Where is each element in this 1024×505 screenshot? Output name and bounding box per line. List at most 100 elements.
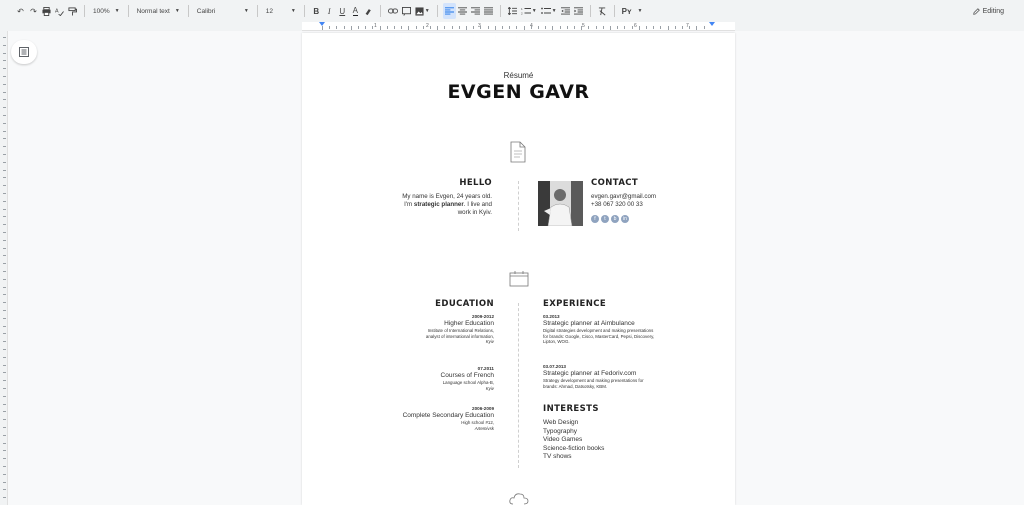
ruler-tick [365,26,367,29]
ruler-tick [379,26,381,30]
ruler-tick [559,26,561,29]
outline-icon [19,47,29,57]
spellcheck-icon[interactable]: A [53,3,66,19]
ruler-tick [696,26,698,30]
resume-name: EVGEN GAVR [447,81,590,103]
numbered-list-icon[interactable]: 12 ▼ [519,3,539,19]
ruler-tick [408,26,410,30]
ruler-tick [401,26,403,29]
redo-icon[interactable]: ↷ [27,3,40,19]
ruler-tick [674,26,676,29]
ruler-tick [415,26,417,29]
hello-prefix: I'm [404,201,414,208]
italic-icon[interactable]: I [323,3,336,19]
ruler-tick [3,107,6,109]
ruler-tick [473,26,475,29]
ruler-tick [3,302,6,304]
ruler-tick [566,26,568,29]
bold-icon[interactable]: B [310,3,323,19]
ruler-tick [3,294,6,296]
paint-format-icon[interactable] [66,3,79,19]
ruler-tick [3,122,6,124]
underline-icon[interactable]: U [336,3,349,19]
ruler-tick [638,26,640,30]
svg-text:1: 1 [521,7,523,11]
chevron-down-icon: ▼ [551,8,557,14]
education-place: Kyiv [485,385,494,391]
ruler-tick [3,200,6,202]
ruler-tick [3,458,6,460]
svg-text:2: 2 [521,12,523,16]
interests-list: Web Design Typography Video Games Scienc… [543,419,604,462]
line-spacing-icon[interactable] [506,3,519,19]
right-indent-marker[interactable] [709,22,715,26]
chevron-down-icon: ▼ [424,8,430,14]
ruler-tick [3,185,6,187]
text-color-icon[interactable]: A [349,3,362,19]
ruler-tick [545,26,547,29]
ruler-tick [538,26,539,29]
ruler-tick [358,26,359,29]
chevron-down-icon: ▼ [114,8,120,14]
ruler-tick [3,411,6,413]
ruler-tick [329,26,331,29]
document-page[interactable]: Résumé EVGEN GAVR HELLO My name is Evgen… [302,33,735,505]
document-outline-button[interactable] [11,40,37,64]
ruler-tick [610,26,611,30]
align-left-icon[interactable] [442,3,456,19]
section-divider [518,181,519,231]
toolbar-divider [256,5,258,17]
bulleted-list-icon[interactable]: ▼ [539,3,559,19]
align-justify-icon[interactable] [482,3,495,19]
chevron-down-icon[interactable]: ▼ [634,3,647,19]
ruler-tick [386,26,388,29]
ruler-tick [3,403,6,405]
clear-formatting-icon[interactable] [596,3,609,19]
highlight-icon[interactable] [362,3,375,19]
ruler-tick [451,26,453,29]
horizontal-ruler[interactable]: 1 2 3 4 5 6 7 [302,22,735,31]
ruler-tick [3,161,6,163]
increase-indent-icon[interactable] [572,3,585,19]
ruler-tick [3,395,6,397]
chevron-down-icon: ▼ [290,8,296,14]
hello-heading: HELLO [459,178,492,188]
style-select[interactable]: Normal text ▼ [134,3,183,19]
comment-icon[interactable] [400,3,413,19]
font-size-select[interactable]: 12 ▼ [263,3,299,19]
linkedin-icon[interactable]: in [621,215,629,223]
link-icon[interactable] [386,3,400,19]
twitter-icon[interactable]: t [601,215,609,223]
ruler-tick [3,224,6,226]
align-right-icon[interactable] [469,3,482,19]
ruler-tick [3,239,6,241]
ruler-tick [3,193,6,194]
toolbar-divider [84,5,85,17]
decrease-indent-icon[interactable] [559,3,572,19]
section-divider [518,303,519,468]
toolbar-divider [127,5,129,17]
editing-label: Editing [982,7,1004,15]
print-icon[interactable] [40,3,53,19]
ruler-tick [444,26,446,29]
plugin-icon[interactable]: Pʏ [620,3,634,19]
ruler-tick [3,44,6,46]
ruler-tick [3,154,6,155]
ruler-tick [3,76,6,77]
ruler-tick [3,263,6,265]
interest-item: Science-fiction books [543,444,605,452]
ruler-tick [422,26,424,29]
align-center-icon[interactable] [456,3,469,19]
font-select[interactable]: Calibri ▼ [194,3,252,19]
behance-icon[interactable]: b [611,215,619,223]
editing-mode-button[interactable]: Editing [972,0,1004,22]
ruler-tick [3,481,6,483]
facebook-icon[interactable]: f [591,215,599,223]
ruler-tick [631,26,633,29]
zoom-select[interactable]: 100% ▼ [90,3,123,19]
ruler-tick [3,52,6,54]
ruler-tick [3,138,6,140]
image-icon[interactable]: ▼ [413,3,432,19]
contact-email[interactable]: evgen.gavr@gmail.com [591,193,656,201]
undo-icon[interactable]: ↶ [14,3,27,19]
